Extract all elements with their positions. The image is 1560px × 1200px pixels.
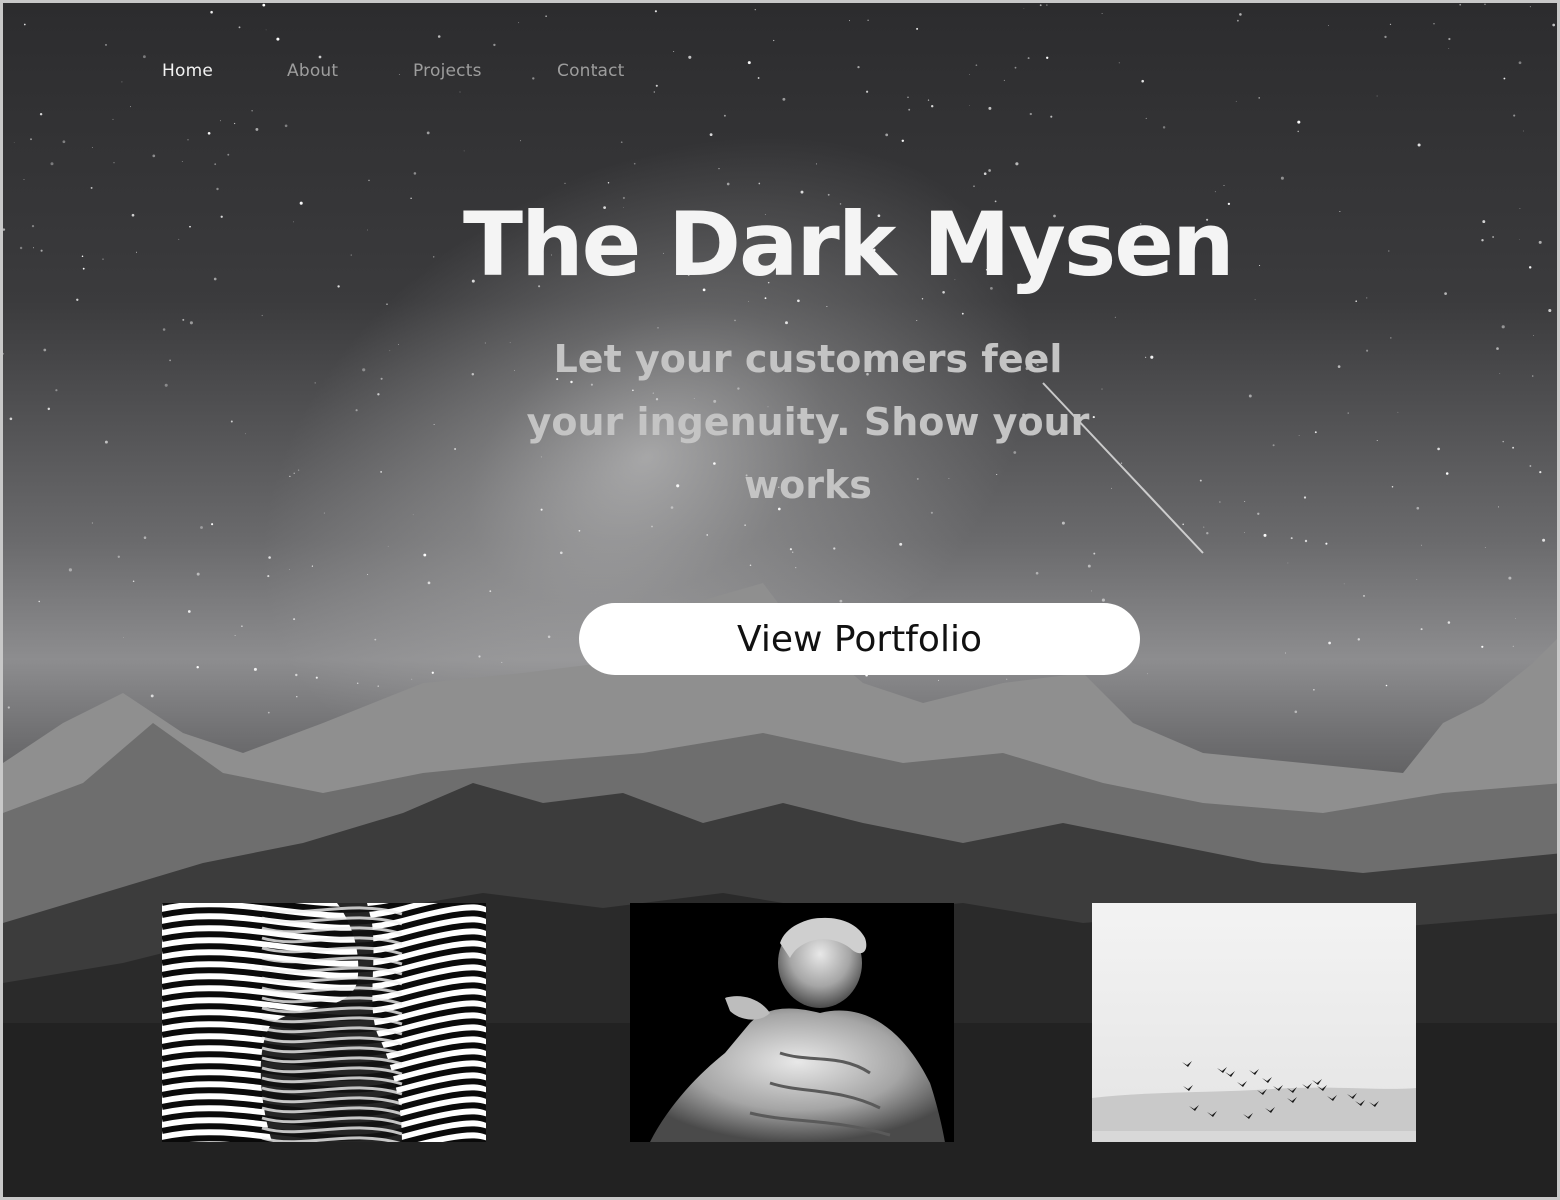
hero-title: The Dark Mysen [463, 193, 1235, 296]
marble-statue-image [630, 903, 954, 1142]
hero-subtitle-line-2: your ingenuity. Show your [526, 400, 1090, 444]
hero-subtitle-line-1: Let your customers feel [553, 337, 1063, 381]
hero-subtitle: Let your customers feel your ingenuity. … [508, 328, 1108, 517]
nav-contact-link[interactable]: Contact [557, 61, 625, 81]
nav-home-link[interactable]: Home [162, 61, 213, 81]
wavy-lines-figure-image [162, 903, 486, 1142]
hero-subtitle-line-3: works [744, 463, 872, 507]
view-portfolio-button[interactable]: View Portfolio [579, 603, 1140, 675]
nav-about-link[interactable]: About [287, 61, 338, 81]
flying-birds-image [1092, 903, 1416, 1142]
gallery-thumbnail-1[interactable] [162, 903, 486, 1142]
gallery-thumbnail-2[interactable] [630, 903, 954, 1142]
hero-background: Home About Projects Contact The Dark Mys… [0, 0, 1560, 1200]
gallery-thumbnail-3[interactable] [1092, 903, 1416, 1142]
main-nav: Home About Projects Contact [3, 61, 1557, 91]
nav-projects-link[interactable]: Projects [413, 61, 482, 81]
